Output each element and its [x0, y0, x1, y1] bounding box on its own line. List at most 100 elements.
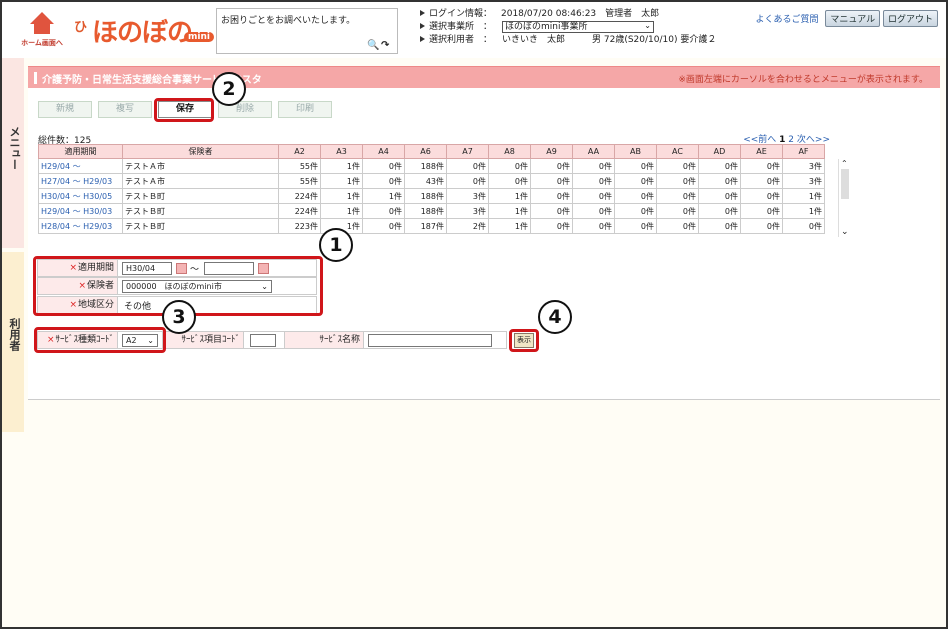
copy-button[interactable]: 複写 [98, 101, 152, 118]
page-title-bar: 介護予防・日常生活支援総合事業サービスマスタ ※画面左端にカーソルを合わせるとメ… [28, 66, 940, 88]
home-icon [30, 12, 54, 24]
table-cell: 0件 [362, 173, 405, 189]
table-cell: 1件 [320, 158, 363, 174]
table-cell: 0件 [698, 203, 741, 219]
table-cell: 0件 [446, 173, 489, 189]
user-side-tab[interactable]: 利用者 [2, 252, 24, 432]
table-cell: 55件 [278, 173, 321, 189]
top-links: よくあるご質問 マニュアル ログアウト [755, 10, 938, 27]
table-cell: テストＢ町 [122, 218, 279, 234]
svc-item-input[interactable] [250, 334, 276, 347]
menu-tab-text: メニュー [8, 126, 21, 170]
column-header: A7 [446, 144, 489, 159]
table-cell: 0件 [362, 218, 405, 234]
table-cell: 1件 [782, 188, 825, 204]
column-header: A2 [278, 144, 321, 159]
scroll-down-icon[interactable]: ⌄ [841, 227, 849, 237]
period-link[interactable]: H28/04 ～ H29/03 [38, 218, 123, 234]
table-cell: 0件 [740, 218, 783, 234]
go-arrow-icon[interactable]: ↷ [381, 40, 389, 51]
table-cell: 0件 [614, 173, 657, 189]
app-logo: ひ ほのぼの mini [74, 10, 214, 50]
period-link[interactable]: H29/04 ～ H30/03 [38, 203, 123, 219]
table-cell: 0件 [362, 158, 405, 174]
table-cell: 0件 [656, 218, 699, 234]
table-row[interactable]: H27/04 ～ H29/03 テストＡ市 55件 1件 0件 43件 0件 0件 0件 0件 0件… [38, 173, 825, 189]
table-cell: 0件 [782, 218, 825, 234]
new-button[interactable]: 新規 [38, 101, 92, 118]
table-cell: 0件 [698, 188, 741, 204]
table-scrollbar[interactable]: ⌃ ⌄ [838, 159, 850, 237]
period-link[interactable]: H30/04 ～ H30/05 [38, 188, 123, 204]
column-header: AA [572, 144, 615, 159]
office-select[interactable]: ほのぼのmini事業所 ⌄ [502, 21, 654, 33]
column-header: A6 [404, 144, 447, 159]
home-button[interactable]: ホーム画面へ [18, 10, 66, 50]
table-cell: 0件 [572, 218, 615, 234]
table-cell: 0件 [530, 203, 573, 219]
table-cell: 0件 [656, 188, 699, 204]
home-icon-body [34, 24, 50, 34]
period-link[interactable]: H29/04 ～ [38, 158, 123, 174]
highlight-box-3 [34, 327, 166, 353]
table-row[interactable]: H28/04 ～ H29/03 テストＢ町 223件 1件 0件 187件 2件 1件 0件 0件… [38, 218, 825, 234]
table-cell: 224件 [278, 188, 321, 204]
column-header: AF [782, 144, 825, 159]
table-cell: 0件 [446, 158, 489, 174]
table-cell: 224件 [278, 203, 321, 219]
table-cell: 0件 [572, 158, 615, 174]
scroll-thumb[interactable] [841, 169, 849, 199]
column-header: AC [656, 144, 699, 159]
table-cell: テストＡ市 [122, 158, 279, 174]
user-label: 選択利用者 ： [429, 35, 493, 45]
table-cell: 2件 [446, 218, 489, 234]
column-header: A4 [362, 144, 405, 159]
column-header: 保険者 [122, 144, 279, 159]
highlight-box-2 [154, 98, 214, 122]
period-link[interactable]: H27/04 ～ H29/03 [38, 173, 123, 189]
table-cell: 0件 [488, 173, 531, 189]
bullet-icon [420, 23, 425, 29]
column-header: 適用期間 [38, 144, 123, 159]
table-row[interactable]: H30/04 ～ H30/05 テストＢ町 224件 1件 1件 188件 3件 1件 0件 0件… [38, 188, 825, 204]
user-tab-text: 利用者 [8, 318, 21, 351]
table-cell: 1件 [320, 173, 363, 189]
logout-button[interactable]: ログアウト [882, 10, 938, 27]
column-header: A8 [488, 144, 531, 159]
table-row[interactable]: H29/04 ～テストＡ市 55件 1件 0件 188件 0件 0件 0件 0件 0件 0件 0件 0件… [38, 158, 825, 174]
table-cell: 43件 [404, 173, 447, 189]
table-cell: 223件 [278, 218, 321, 234]
table-header: 適用期間 保険者 A2 A3 A4 A6 A7 A8 A9 AA AB AC AD AE AF [38, 144, 825, 159]
print-button[interactable]: 印刷 [278, 101, 332, 118]
table-cell: 0件 [740, 188, 783, 204]
logo-text: ほのぼの [92, 18, 193, 48]
svc-name-input[interactable] [368, 334, 492, 347]
table-cell: 1件 [362, 188, 405, 204]
header: ホーム画面へ ひ ほのぼの mini お困りごとをお調べいたします。 🔍 ↷ ロ… [2, 2, 946, 58]
column-header: A9 [530, 144, 573, 159]
user-tab-label: 利用者 [7, 318, 21, 355]
bullet-icon [420, 36, 425, 42]
login-info: ログイン情報： 2018/07/20 08:46:23 管理者 太郎 選択事業所 … [420, 8, 750, 47]
table-cell: 0件 [698, 218, 741, 234]
title-note: ※画面左端にカーソルを合わせるとメニューが表示されます。 [678, 75, 928, 85]
callout-3: 3 [162, 300, 196, 334]
callout-1: 1 [319, 228, 353, 262]
search-icon[interactable]: 🔍 [367, 40, 379, 51]
table-row[interactable]: H29/04 ～ H30/03 テストＢ町 224件 1件 0件 188件 3件 1件 0件 0件… [38, 203, 825, 219]
table-cell: 0件 [530, 158, 573, 174]
table-cell: 1件 [488, 188, 531, 204]
callout-4: 4 [538, 300, 572, 334]
menu-side-tab[interactable]: メニュー [2, 58, 24, 248]
table-cell: 188件 [404, 203, 447, 219]
app-window: ホーム画面へ ひ ほのぼの mini お困りごとをお調べいたします。 🔍 ↷ ロ… [0, 0, 948, 629]
table-cell: 0件 [698, 173, 741, 189]
help-search-box[interactable]: お困りごとをお調べいたします。 🔍 ↷ [216, 8, 398, 54]
column-header: AB [614, 144, 657, 159]
faq-link[interactable]: よくあるご質問 [755, 15, 818, 25]
scroll-up-icon[interactable]: ⌃ [841, 159, 848, 168]
table-cell: 1件 [488, 218, 531, 234]
table-cell: 0件 [530, 173, 573, 189]
manual-button[interactable]: マニュアル [825, 10, 881, 27]
login-value: 2018/07/20 08:46:23 管理者 太郎 [501, 9, 660, 19]
